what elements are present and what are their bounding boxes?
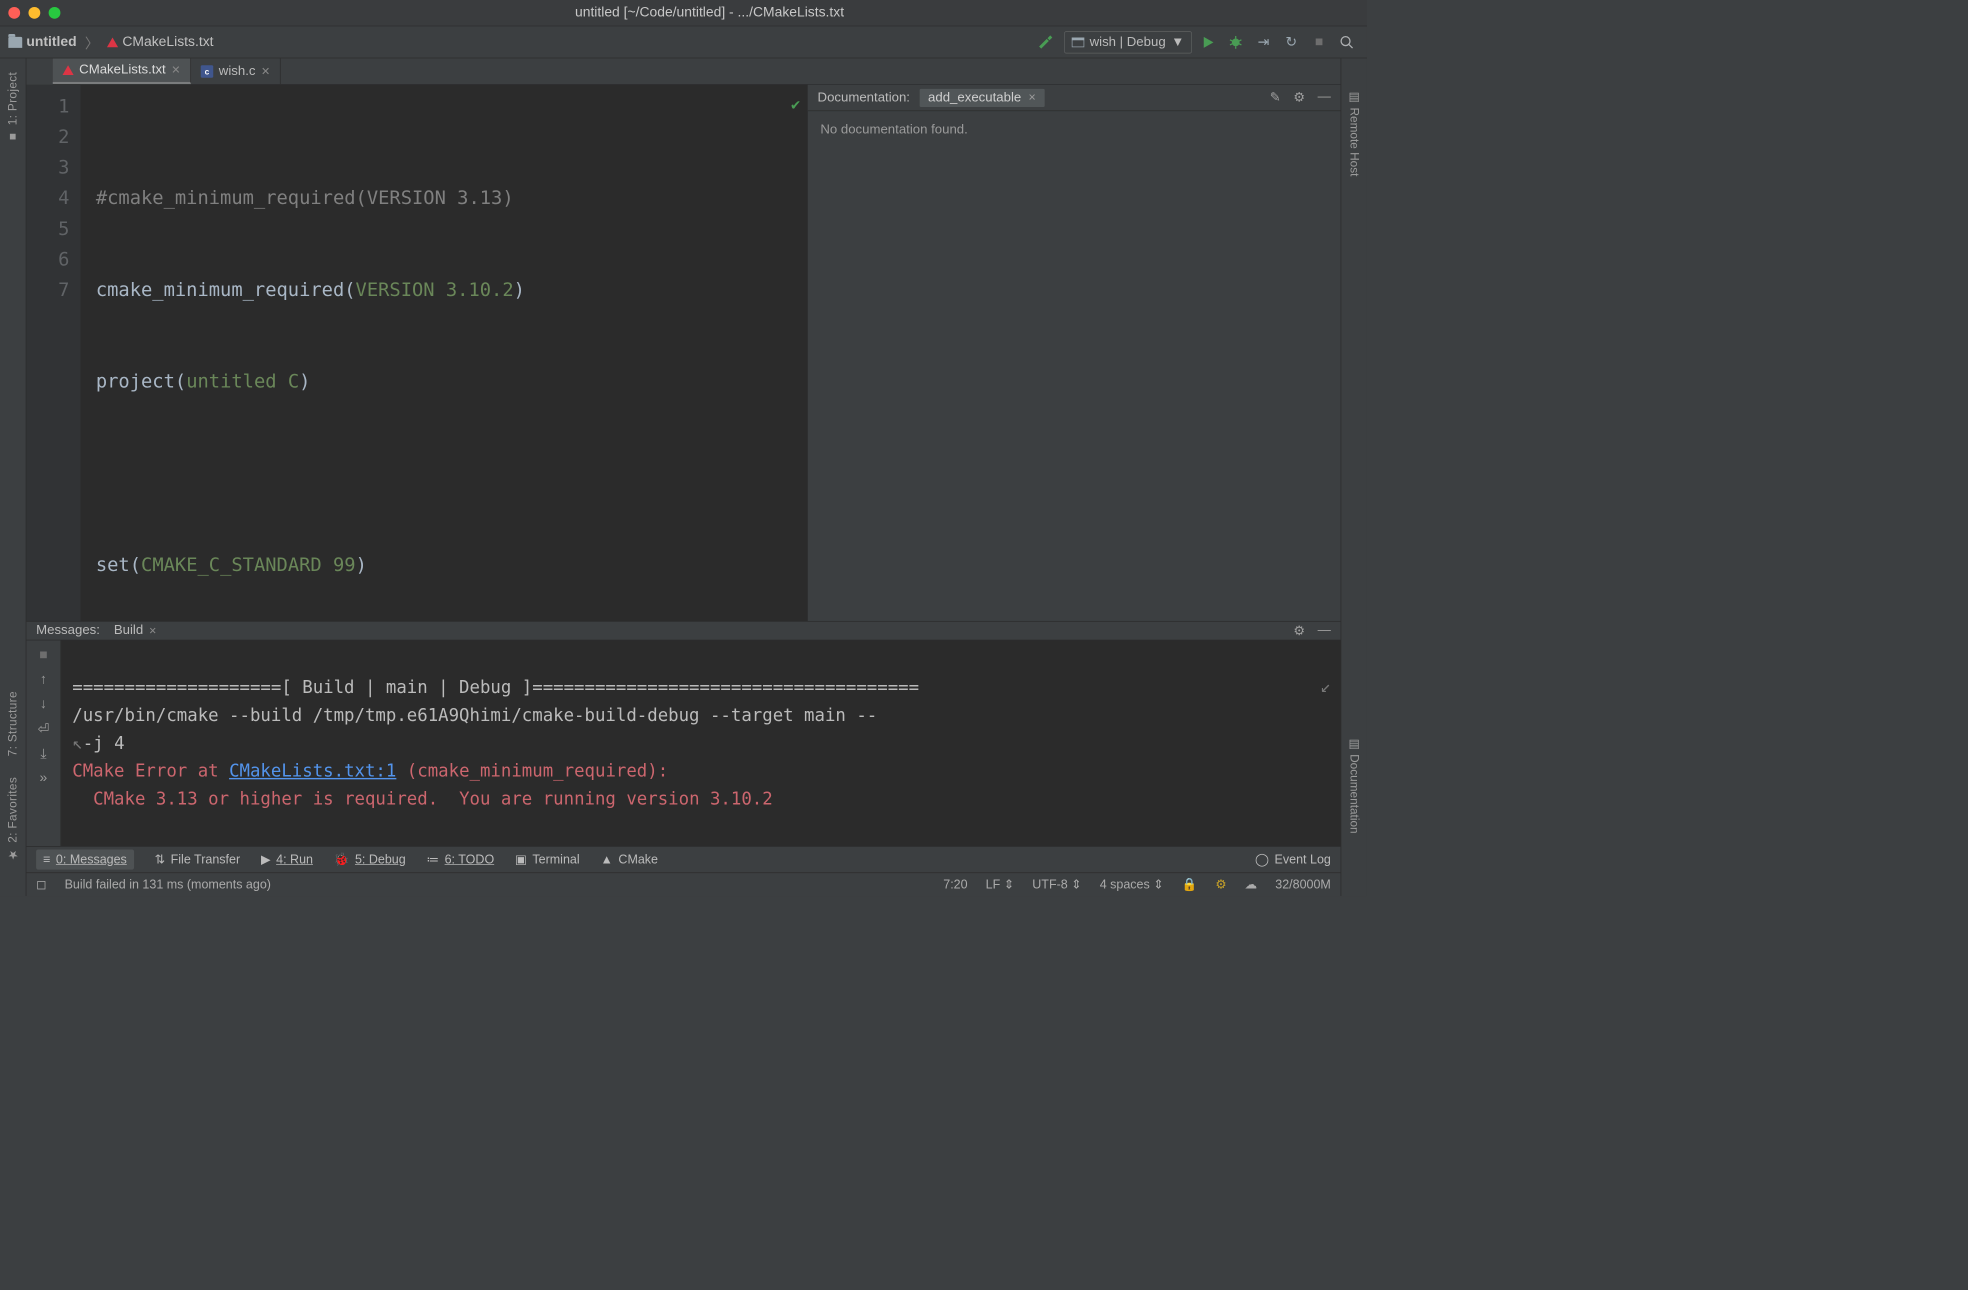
expand-icon[interactable]: » (40, 770, 48, 786)
close-icon[interactable]: ✕ (1028, 92, 1036, 104)
messages-build-tab[interactable]: Build✕ (114, 623, 157, 638)
search-everywhere-button[interactable] (1335, 30, 1359, 54)
stop-button[interactable]: ■ (1307, 30, 1331, 54)
messages-title: Messages: (36, 623, 100, 638)
code-editor[interactable]: 1 2 3 4 5 6 7 ✔ #cmake_minimum_required(… (26, 85, 807, 621)
documentation-body: No documentation found. (808, 111, 1341, 621)
debug-tool-button[interactable]: 🐞 5: Debug (334, 852, 406, 867)
navigation-bar: untitled 〉 CMakeLists.txt wish | Debug ▼… (0, 26, 1367, 58)
project-tool-button[interactable]: ■1: Project (6, 72, 20, 143)
favorites-tool-button[interactable]: ★2: Favorites (6, 777, 20, 861)
zoom-window-icon[interactable] (49, 7, 61, 19)
settings-sync-icon[interactable]: ⚙ (1215, 877, 1226, 892)
tab-label: CMakeLists.txt (79, 63, 166, 78)
remote-host-status-icon[interactable]: ☁ (1245, 877, 1258, 892)
down-arrow-icon[interactable]: ↓ (40, 696, 47, 712)
run-tool-button[interactable]: ▶ 4: Run (261, 852, 313, 867)
structure-tool-button[interactable]: 7: Structure (6, 691, 20, 756)
cmake-file-icon (107, 37, 118, 47)
attach-button[interactable]: ⇥ (1252, 30, 1276, 54)
edit-icon[interactable]: ✎ (1270, 90, 1281, 106)
messages-output[interactable]: ====================[ Build | main | Deb… (61, 640, 1340, 846)
minimize-window-icon[interactable] (28, 7, 40, 19)
chevron-down-icon: ▼ (1171, 34, 1184, 49)
gear-icon[interactable]: ⚙ (1293, 623, 1305, 639)
soft-wrap-icon[interactable]: ⏎ (38, 720, 50, 737)
soft-wrap-marker-icon: ↙ (1320, 672, 1330, 700)
event-log-button[interactable]: ◯ Event Log (1255, 852, 1331, 867)
terminal-tool-button[interactable]: ▣ Terminal (515, 852, 580, 867)
messages-panel: Messages: Build✕ ⚙ — ■ ↑ ↓ ⏎ ⤓ » (26, 621, 1340, 846)
titlebar: untitled [~/Code/untitled] - .../CMakeLi… (0, 0, 1367, 26)
status-message: Build failed in 131 ms (moments ago) (65, 877, 271, 892)
breadcrumb-separator-icon: 〉 (85, 32, 99, 52)
todo-tool-button[interactable]: ≔ 6: TODO (427, 852, 495, 867)
lock-icon[interactable]: 🔒 (1182, 877, 1198, 892)
close-tab-icon[interactable]: ✕ (261, 64, 270, 78)
hide-tool-windows-icon[interactable]: ◻ (36, 877, 46, 892)
breadcrumb-file[interactable]: CMakeLists.txt (122, 34, 213, 50)
folder-icon (8, 36, 22, 47)
code-area[interactable]: ✔ #cmake_minimum_required(VERSION 3.13) … (81, 85, 808, 621)
documentation-label: Documentation: (818, 90, 910, 105)
error-file-link[interactable]: CMakeLists.txt:1 (229, 761, 396, 781)
caret-position[interactable]: 7:20 (943, 877, 967, 892)
messages-tool-button[interactable]: ≡ 0: Messages (36, 849, 134, 869)
file-transfer-tool-button[interactable]: ⇅ File Transfer (155, 852, 241, 867)
inspection-ok-icon[interactable]: ✔ (791, 90, 800, 121)
run-configuration-selector[interactable]: wish | Debug ▼ (1064, 31, 1192, 53)
memory-indicator[interactable]: 32/8000M (1275, 877, 1331, 892)
documentation-tool-button[interactable]: ▤ Documentation (1347, 737, 1361, 834)
minimize-panel-icon[interactable]: — (1318, 623, 1331, 639)
gear-icon[interactable]: ⚙ (1293, 90, 1305, 106)
up-arrow-icon[interactable]: ↑ (40, 672, 47, 688)
application-icon (1072, 37, 1085, 47)
right-tool-strip: ▤ Remote Host ▤ Documentation (1341, 58, 1367, 896)
rerun-button[interactable]: ↻ (1279, 30, 1303, 54)
file-encoding[interactable]: UTF-8 ⇕ (1032, 877, 1081, 892)
status-bar: ◻ Build failed in 131 ms (moments ago) 7… (26, 872, 1340, 896)
scroll-to-end-icon[interactable]: ⤓ (40, 746, 46, 762)
run-config-label: wish | Debug (1090, 34, 1166, 49)
breadcrumb[interactable]: untitled 〉 CMakeLists.txt (8, 32, 213, 52)
tab-cmakelists[interactable]: CMakeLists.txt ✕ (53, 58, 191, 84)
tab-wish-c[interactable]: c wish.c ✕ (191, 58, 281, 84)
documentation-symbol[interactable]: add_executable✕ (920, 89, 1045, 107)
remote-host-tool-button[interactable]: ▤ Remote Host (1347, 90, 1361, 176)
line-number-gutter: 1 2 3 4 5 6 7 (26, 85, 80, 621)
close-tab-icon[interactable]: ✕ (171, 63, 180, 77)
tab-label: wish.c (219, 64, 256, 79)
minimize-panel-icon[interactable]: — (1318, 90, 1331, 106)
close-window-icon[interactable] (8, 7, 20, 19)
bottom-tool-strip: ≡ 0: Messages ⇅ File Transfer ▶ 4: Run 🐞… (26, 846, 1340, 872)
c-file-icon: c (201, 65, 214, 78)
window-title: untitled [~/Code/untitled] - .../CMakeLi… (60, 5, 1358, 21)
stop-icon[interactable]: ■ (39, 647, 47, 663)
debug-button[interactable] (1224, 30, 1248, 54)
documentation-panel: Documentation: add_executable✕ ✎ ⚙ — No … (807, 85, 1340, 621)
cmake-tool-button[interactable]: ▲ CMake (600, 852, 658, 867)
breadcrumb-project[interactable]: untitled (26, 34, 76, 50)
messages-side-toolbar: ■ ↑ ↓ ⏎ ⤓ » (26, 640, 61, 846)
build-button[interactable] (1033, 30, 1057, 54)
left-tool-strip: ■1: Project 7: Structure ★2: Favorites (0, 58, 26, 896)
line-separator[interactable]: LF ⇕ (986, 877, 1015, 892)
editor-tabs: CMakeLists.txt ✕ c wish.c ✕ (53, 58, 1341, 84)
run-button[interactable] (1196, 30, 1220, 54)
cmake-file-icon (63, 65, 74, 75)
indent-setting[interactable]: 4 spaces ⇕ (1100, 877, 1164, 892)
